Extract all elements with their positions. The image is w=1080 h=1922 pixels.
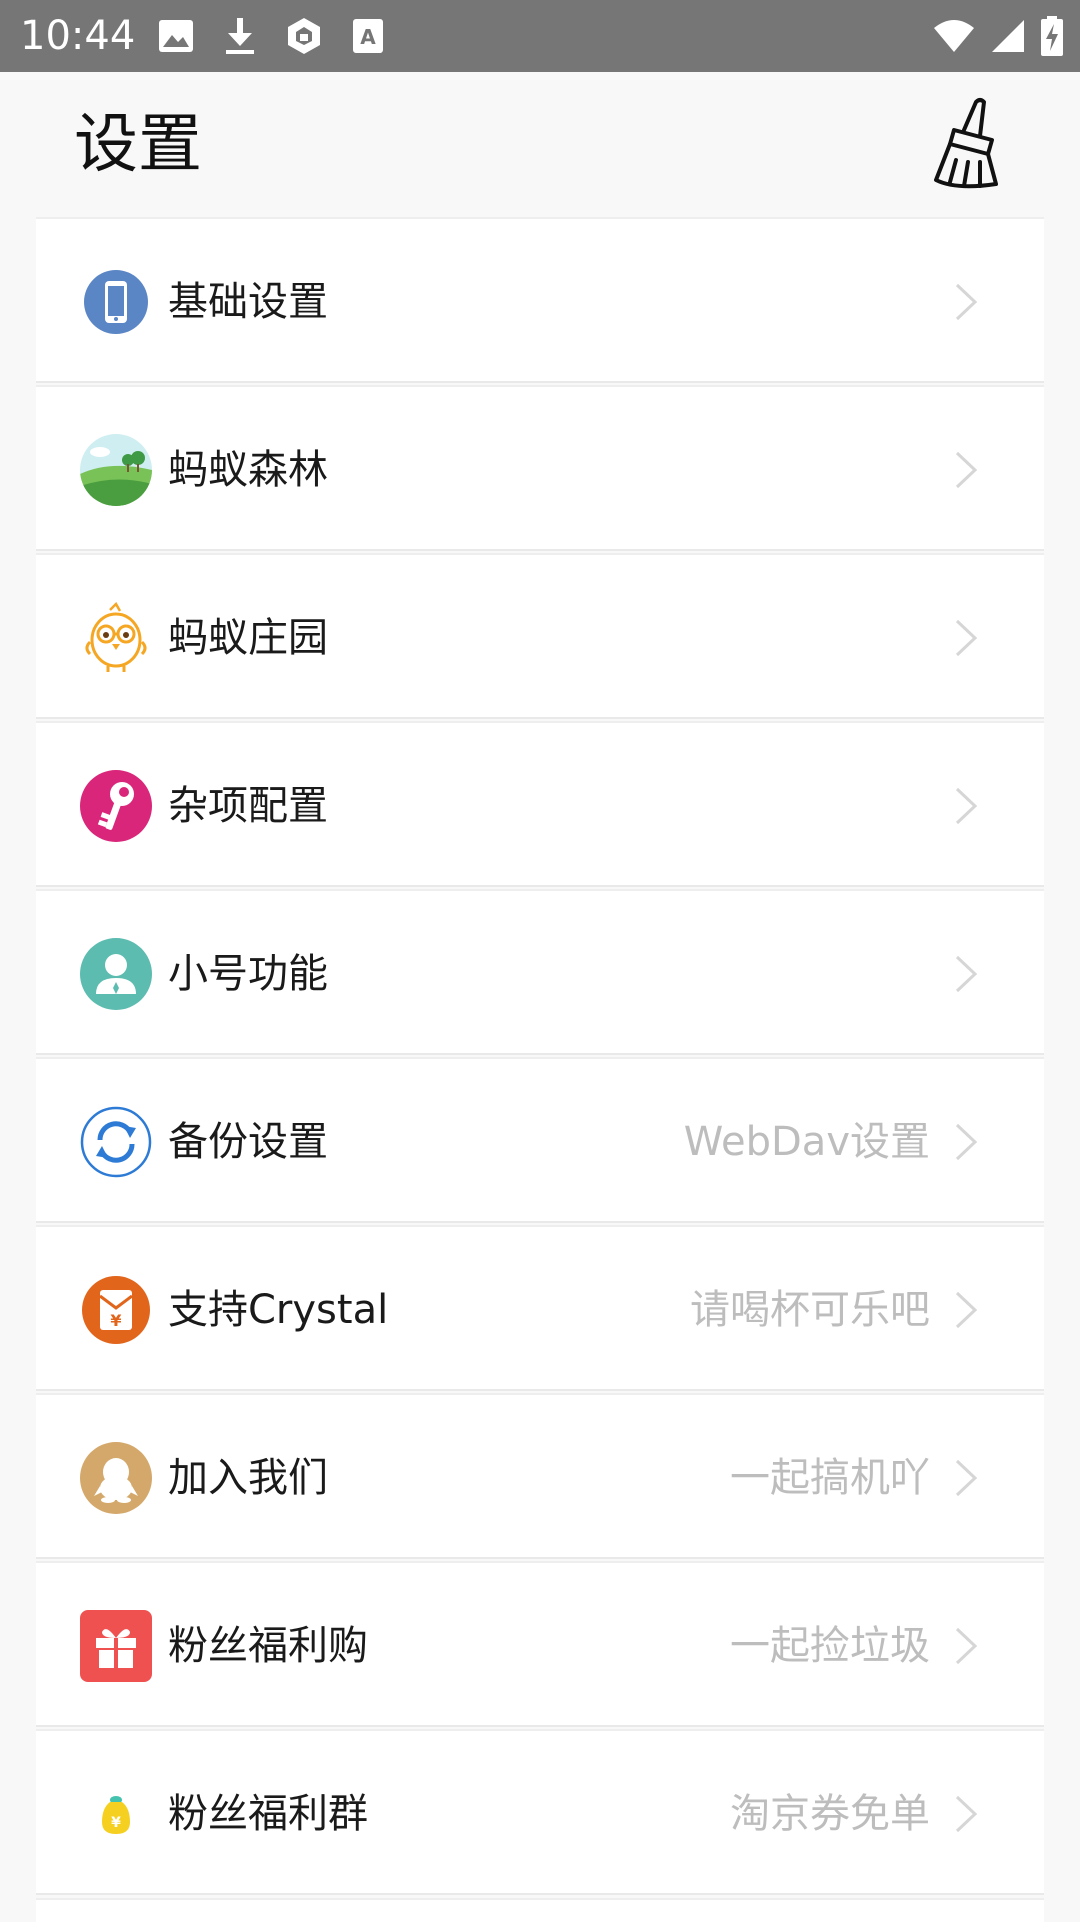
svg-text:¥: ¥ [110, 1311, 121, 1330]
settings-item-label: 基础设置 [168, 279, 328, 325]
chevron-right-icon [955, 1627, 978, 1665]
settings-item-backup[interactable]: 备份设置 WebDav设置 [36, 1057, 1044, 1223]
settings-item-hint: WebDav设置 [683, 1119, 930, 1165]
chick-icon [85, 602, 147, 672]
key-icon [80, 770, 152, 842]
phone-icon [84, 270, 148, 334]
gift-icon [80, 1610, 152, 1682]
settings-item-label: 蚂蚁庄园 [168, 615, 328, 661]
money-bag-icon: ¥ [102, 1796, 130, 1834]
status-bar: 10:44 A [0, 0, 1080, 72]
settings-item-basic[interactable]: 基础设置 [36, 217, 1044, 383]
settings-item-label: 备份设置 [168, 1119, 328, 1165]
settings-item-label: 加入我们 [168, 1455, 328, 1501]
wifi-icon [934, 20, 974, 52]
qq-penguin-icon [80, 1442, 152, 1514]
download-icon [226, 18, 254, 54]
settings-item-hint: 一起捡垃圾 [730, 1623, 930, 1669]
chevron-right-icon [955, 283, 978, 321]
chevron-right-icon [955, 955, 978, 993]
settings-item-support[interactable]: ¥ 支持Crystal 请喝杯可乐吧 [36, 1225, 1044, 1391]
status-time: 10:44 [20, 13, 136, 59]
app-header: 设置 [0, 72, 1080, 218]
svg-text:¥: ¥ [111, 1815, 121, 1831]
settings-item-sub-account[interactable]: 小号功能 [36, 889, 1044, 1055]
settings-item-misc[interactable]: 杂项配置 [36, 721, 1044, 887]
settings-item-label: 粉丝福利群 [168, 1791, 368, 1837]
settings-item-label: 支持Crystal [168, 1287, 389, 1333]
svg-text:A: A [360, 25, 376, 49]
settings-item-join-us[interactable]: 加入我们 一起搞机吖 [36, 1393, 1044, 1559]
settings-item-label: 粉丝福利购 [168, 1623, 368, 1669]
chevron-right-icon [955, 1123, 978, 1161]
cellular-signal-icon [992, 20, 1024, 52]
chevron-right-icon [955, 787, 978, 825]
shield-icon [288, 18, 320, 54]
text-badge-icon: A [353, 19, 383, 53]
settings-item-label: 蚂蚁森林 [168, 447, 328, 493]
settings-item-fan-shop[interactable]: 粉丝福利购 一起捡垃圾 [36, 1561, 1044, 1727]
system-icons [932, 12, 1064, 60]
user-icon [80, 938, 152, 1010]
red-envelope-icon: ¥ [82, 1276, 150, 1344]
settings-item-farm[interactable]: 蚂蚁庄园 [36, 553, 1044, 719]
broom-icon [934, 98, 998, 189]
clean-button[interactable] [922, 96, 1012, 192]
settings-item-fan-group[interactable]: ¥ 粉丝福利群 淘京券免单 [36, 1729, 1044, 1895]
sync-icon [80, 1106, 152, 1178]
settings-item-hint: 请喝杯可乐吧 [690, 1287, 930, 1333]
settings-item-label: 杂项配置 [168, 783, 328, 829]
image-icon [159, 20, 193, 52]
chevron-right-icon [955, 451, 978, 489]
chevron-right-icon [955, 1291, 978, 1329]
chevron-right-icon [955, 1459, 978, 1497]
settings-list: 基础设置 蚂蚁森林 蚂蚁庄园 杂项配置 小号功能 备份设置 WebDav设置 ¥… [36, 217, 1044, 1897]
settings-item-label: 小号功能 [168, 951, 328, 997]
settings-item-hint: 一起搞机吖 [730, 1455, 930, 1501]
settings-item-forest[interactable]: 蚂蚁森林 [36, 385, 1044, 551]
page-title: 设置 [74, 108, 202, 182]
forest-landscape-icon [80, 434, 152, 506]
notification-icons: A [158, 16, 384, 56]
chevron-right-icon [955, 1795, 978, 1833]
next-list-item-partial [36, 1898, 1044, 1922]
settings-item-hint: 淘京券免单 [730, 1791, 930, 1837]
chevron-right-icon [955, 619, 978, 657]
battery-charging-icon [1041, 16, 1063, 56]
